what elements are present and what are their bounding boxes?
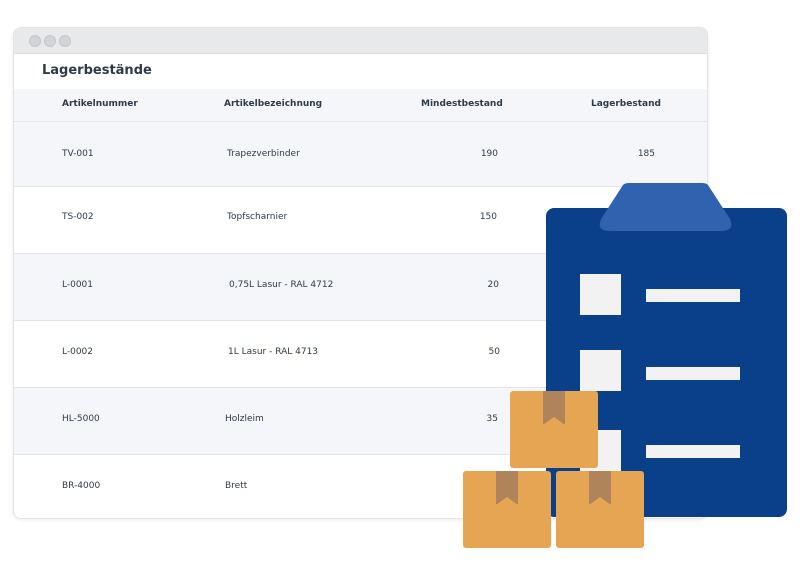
clipboard-clip-icon <box>599 183 732 231</box>
cell-mindestbestand: 50 <box>488 347 500 357</box>
box-icon <box>510 391 598 468</box>
cell-artikelnummer: TV-001 <box>62 149 94 159</box>
cell-artikelbezeichnung: Brett <box>225 481 248 491</box>
page-title: Lagerbestände <box>42 63 152 78</box>
cell-artikelbezeichnung: Topfscharnier <box>227 212 288 222</box>
list-line-icon <box>646 289 740 302</box>
cell-artikelbezeichnung: 1L Lasur - RAL 4713 <box>228 347 319 357</box>
cell-artikelbezeichnung: Trapezverbinder <box>227 149 300 159</box>
cell-artikelnummer: TS-002 <box>62 212 94 222</box>
cell-artikelnummer: BR-4000 <box>62 481 101 491</box>
cell-lagerbestand: 185 <box>637 149 655 159</box>
cell-artikelnummer: L-0002 <box>62 347 94 357</box>
box-tape <box>496 471 518 505</box>
window-minimize-dot[interactable] <box>44 35 56 47</box>
box-tape <box>589 471 611 505</box>
column-header-artikelnummer[interactable]: Artikelnummer <box>62 99 138 109</box>
cell-mindestbestand: 190 <box>480 149 498 159</box>
table-header: Artikelnummer Artikelbezeichnung Mindest… <box>14 89 707 122</box>
window-close-dot[interactable] <box>29 35 41 47</box>
list-line-icon <box>646 367 740 380</box>
cell-mindestbestand: 35 <box>486 414 498 424</box>
window-titlebar <box>14 28 707 54</box>
checkbox-icon <box>580 274 621 315</box>
checkbox-icon <box>580 350 621 391</box>
cell-mindestbestand: 20 <box>487 280 499 290</box>
box-tape <box>543 391 565 425</box>
window-maximize-dot[interactable] <box>59 35 71 47</box>
list-line-icon <box>646 445 740 458</box>
cell-artikelbezeichnung: Holzleim <box>225 414 264 424</box>
column-header-mindestbestand[interactable]: Mindestbestand <box>421 99 503 109</box>
cell-artikelnummer: L-0001 <box>62 280 94 290</box>
column-header-artikelbezeichnung[interactable]: Artikelbezeichnung <box>224 99 322 109</box>
box-icon <box>463 471 551 548</box>
box-icon <box>556 471 644 548</box>
cell-artikelbezeichnung: 0,75L Lasur - RAL 4712 <box>229 280 334 290</box>
cell-artikelnummer: HL-5000 <box>62 414 100 424</box>
column-header-lagerbestand[interactable]: Lagerbestand <box>591 99 661 109</box>
table-row[interactable]: TV-001 Trapezverbinder 190 185 <box>14 122 707 187</box>
cell-mindestbestand: 150 <box>479 212 497 222</box>
